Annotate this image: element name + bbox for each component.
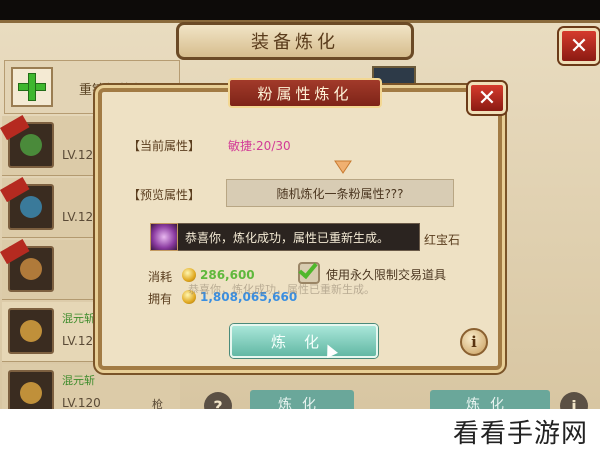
- window-close-button[interactable]: ✕: [559, 28, 599, 64]
- equipment-level: LV.120: [62, 396, 101, 410]
- cost-value: 286,600: [200, 268, 255, 282]
- watermark-text: 看看手游网: [452, 419, 588, 449]
- cost-label: 消耗: [148, 270, 173, 284]
- preview-attribute-label: 【预览属性】: [128, 188, 201, 202]
- success-toast: 恭喜你，炼化成功，属性已重新生成。: [154, 223, 420, 251]
- dialog-close-button[interactable]: ✕: [468, 82, 506, 114]
- refine-gem-icon: [150, 223, 178, 251]
- down-arrow-icon: [334, 160, 352, 174]
- close-icon: ✕: [477, 85, 497, 111]
- preview-attribute-value: 随机炼化一条粉属性???: [226, 179, 454, 207]
- pink-attribute-refine-dialog: 粉属性炼化 ✕ 【当前属性】 敏捷:20/30 【预览属性】 随机炼化一条粉属性…: [98, 78, 506, 370]
- own-label: 拥有: [148, 292, 173, 306]
- coin-icon: [182, 268, 196, 282]
- equipment-level: LV.12: [62, 148, 94, 162]
- info-button[interactable]: i: [460, 328, 488, 356]
- top-status-bar: [0, 0, 600, 20]
- watermark-bar: 看看手游网: [0, 409, 600, 449]
- current-attribute-label: 【当前属性】: [128, 139, 201, 153]
- use-bound-items-label: 使用永久限制交易道具: [326, 268, 447, 282]
- plus-icon-vertical: [28, 73, 36, 101]
- equipment-level: LV.12: [62, 210, 94, 224]
- equipment-icon: [8, 308, 54, 354]
- current-attribute-value: 敏捷:20/30: [228, 139, 291, 153]
- equipment-name: 混元斩: [62, 312, 95, 325]
- fading-toast-text: 恭喜你，炼化成功，属性已重新生成。: [188, 283, 375, 296]
- refine-button[interactable]: 炼化: [230, 324, 378, 358]
- equipment-level: LV.12: [62, 334, 94, 348]
- close-icon: ✕: [569, 33, 589, 59]
- dialog-title: 粉属性炼化: [228, 78, 382, 108]
- gem-name-label: 红宝石: [424, 233, 461, 247]
- use-bound-items-checkbox[interactable]: [298, 258, 320, 284]
- add-equipment-button[interactable]: [11, 67, 53, 107]
- window-title: 装备炼化: [176, 22, 414, 60]
- equipment-name: 混元斩: [62, 374, 95, 387]
- checkmark-icon: [298, 258, 318, 280]
